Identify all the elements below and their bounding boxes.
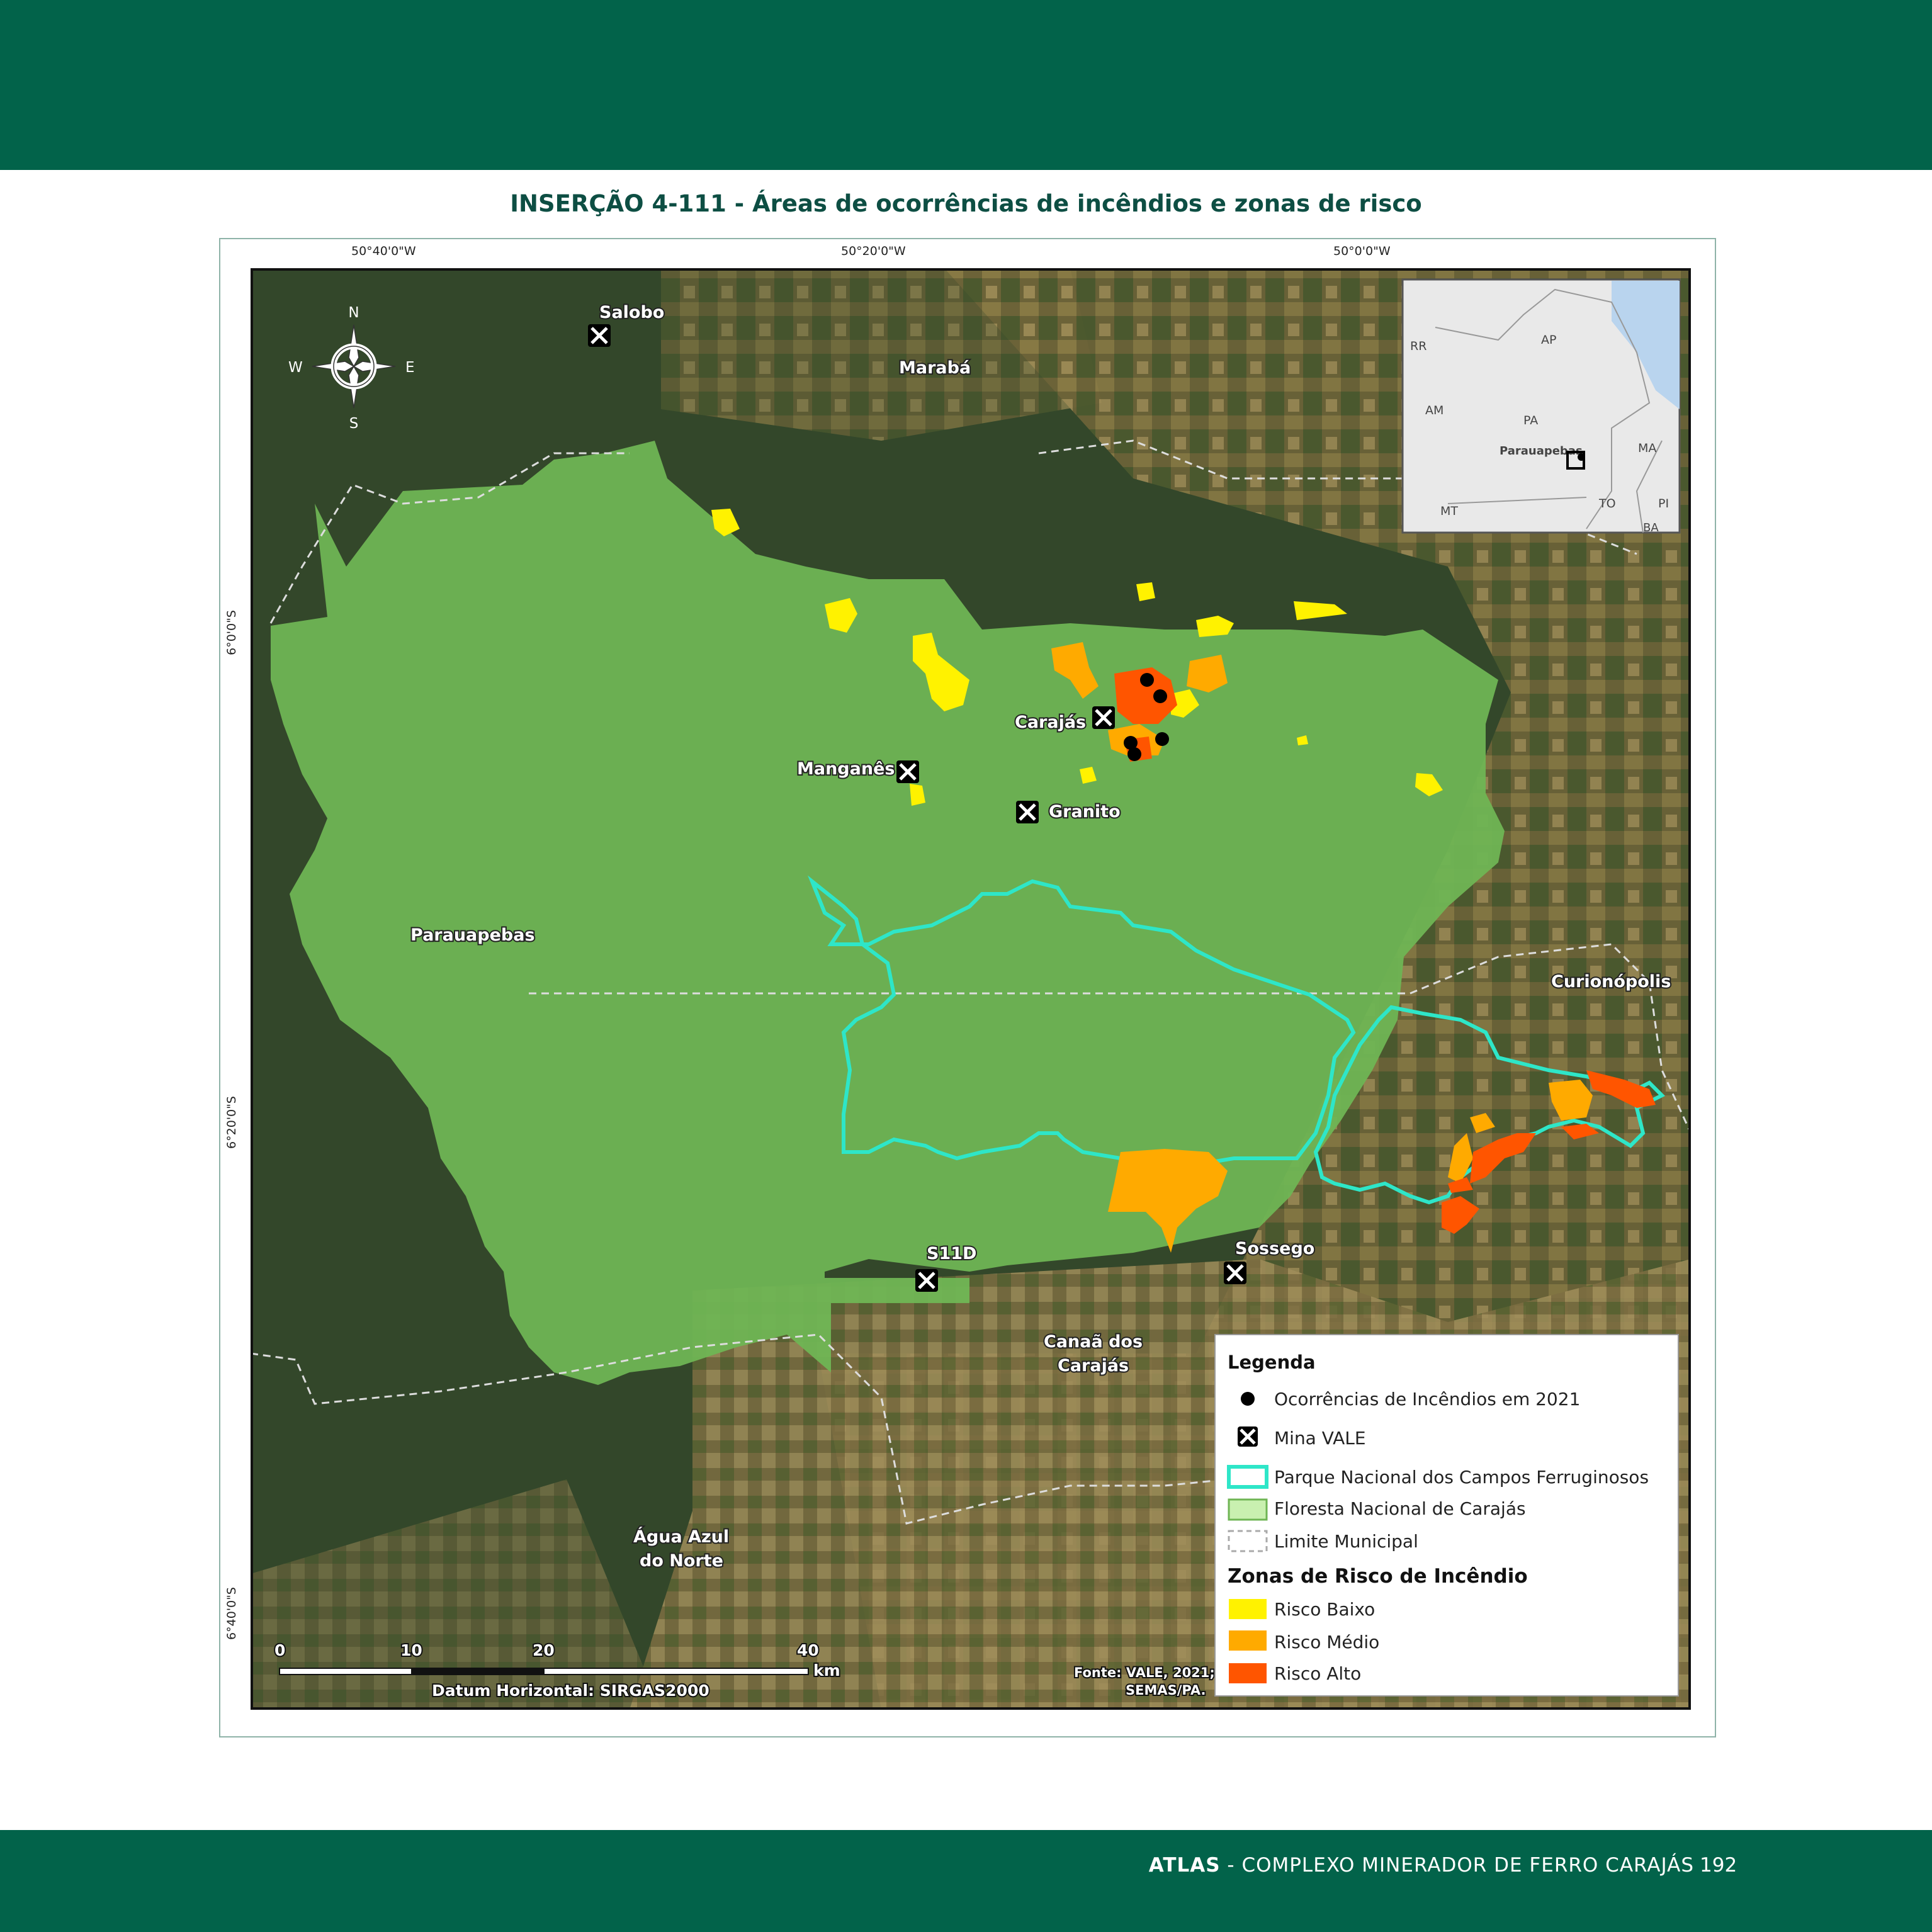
inset-label-am: AM	[1425, 404, 1443, 417]
coord-left-1: 6°0'0"S	[224, 610, 239, 655]
legend-mine: Mina VALE	[1274, 1428, 1366, 1449]
inset-label-pi: PI	[1658, 497, 1669, 511]
legend: Legenda Ocorrências de Incêndios em 2021…	[1214, 1334, 1679, 1697]
legend-limit-swatch	[1228, 1530, 1268, 1552]
legend-low: Risco Baixo	[1274, 1599, 1375, 1620]
inset-label-ap: AP	[1541, 333, 1556, 347]
figure-title: INSERÇÃO 4-111 - Áreas de ocorrências de…	[510, 190, 1422, 217]
coord-left-2: 6°20'0"S	[224, 1096, 239, 1149]
map-canvas: Salobo Marabá Carajás Manganês Granito P…	[251, 268, 1691, 1710]
mine-icon	[1016, 801, 1039, 823]
inset-label-rr: RR	[1410, 339, 1426, 353]
label-manganes: Manganês	[797, 759, 895, 779]
legend-fire-symbol	[1241, 1392, 1255, 1406]
scale-tick-10: 10	[400, 1641, 422, 1659]
inset-label-mt: MT	[1440, 504, 1458, 518]
legend-mine-icon	[1238, 1426, 1258, 1447]
datum-label: Datum Horizontal: SIRGAS2000	[432, 1681, 709, 1700]
fire-occurrence-dot	[1155, 732, 1169, 746]
label-salobo: Salobo	[599, 303, 664, 322]
fire-occurrence-dot	[1140, 673, 1154, 687]
legend-fires: Ocorrências de Incêndios em 2021	[1274, 1389, 1580, 1409]
fire-occurrence-dot	[1153, 689, 1167, 703]
footer-bar	[0, 1830, 1932, 1932]
label-granito: Granito	[1049, 802, 1121, 822]
mine-icon	[1224, 1262, 1246, 1284]
legend-forest-swatch	[1228, 1498, 1268, 1521]
coord-top-2: 50°20'0"W	[841, 244, 906, 258]
inset-label-ma: MA	[1638, 441, 1656, 455]
legend-limit: Limite Municipal	[1274, 1531, 1418, 1552]
footer-title: ATLAS - COMPLEXO MINERADOR DE FERRO CARA…	[1149, 1854, 1694, 1877]
inset-label-ba: BA	[1643, 521, 1659, 534]
legend-title: Legenda	[1228, 1352, 1316, 1373]
legend-forest: Floresta Nacional de Carajás	[1274, 1498, 1526, 1519]
label-agua-1: Água Azul	[633, 1527, 729, 1547]
label-agua-2: do Norte	[640, 1551, 723, 1571]
inset-location-dot	[1578, 453, 1585, 461]
inset-label-to: TO	[1598, 497, 1616, 511]
footer-subtitle: - COMPLEXO MINERADOR DE FERRO CARAJÁS	[1220, 1854, 1694, 1877]
inset-map: RR AP AM PA Parauapebas MA MT TO PI BA	[1401, 278, 1681, 534]
mine-icon	[915, 1269, 938, 1292]
risk-low-zone	[1136, 582, 1155, 601]
source-line-2: SEMAS/PA.	[1126, 1683, 1206, 1698]
compass-e: E	[405, 359, 415, 376]
source-line-1: Fonte: VALE, 2021;	[1074, 1665, 1215, 1680]
coord-top-3: 50°0'0"W	[1333, 244, 1391, 258]
coord-left-3: 6°40'0"S	[224, 1587, 239, 1640]
label-s11d: S11D	[927, 1244, 976, 1263]
label-canaa-2: Carajás	[1058, 1356, 1129, 1376]
label-curionopolis: Curionópolis	[1551, 972, 1671, 991]
mine-icon	[1092, 706, 1115, 729]
compass-s: S	[349, 415, 359, 432]
scale-tick-40: 40	[797, 1641, 819, 1659]
legend-low-swatch	[1229, 1599, 1267, 1619]
label-parauapebas: Parauapebas	[410, 925, 535, 945]
label-maraba: Marabá	[899, 358, 971, 378]
fire-occurrence-dot	[1127, 747, 1141, 761]
mine-icon	[896, 760, 919, 783]
coord-top-1: 50°40'0"W	[351, 244, 416, 258]
legend-high-swatch	[1229, 1663, 1267, 1683]
legend-park: Parque Nacional dos Campos Ferruginosos	[1274, 1467, 1649, 1488]
header-bar	[0, 0, 1932, 170]
scale-tick-20: 20	[533, 1641, 555, 1659]
legend-medium-swatch	[1229, 1630, 1267, 1651]
legend-medium: Risco Médio	[1274, 1632, 1379, 1652]
label-sossego: Sossego	[1235, 1239, 1314, 1258]
scale-tick-0: 0	[274, 1641, 285, 1659]
legend-zones-title: Zonas de Risco de Incêndio	[1228, 1565, 1528, 1588]
label-carajas: Carajás	[1015, 713, 1086, 732]
legend-high: Risco Alto	[1274, 1663, 1361, 1684]
scale-unit: km	[813, 1661, 840, 1680]
footer-brand: ATLAS	[1148, 1854, 1221, 1877]
legend-park-swatch	[1227, 1465, 1268, 1489]
label-canaa-1: Canaã dos	[1044, 1332, 1143, 1352]
page-number: 192	[1700, 1854, 1737, 1877]
compass-w: W	[288, 359, 303, 376]
compass-n: N	[348, 305, 359, 321]
inset-label-pa: PA	[1523, 414, 1538, 427]
mine-icon	[588, 324, 611, 347]
